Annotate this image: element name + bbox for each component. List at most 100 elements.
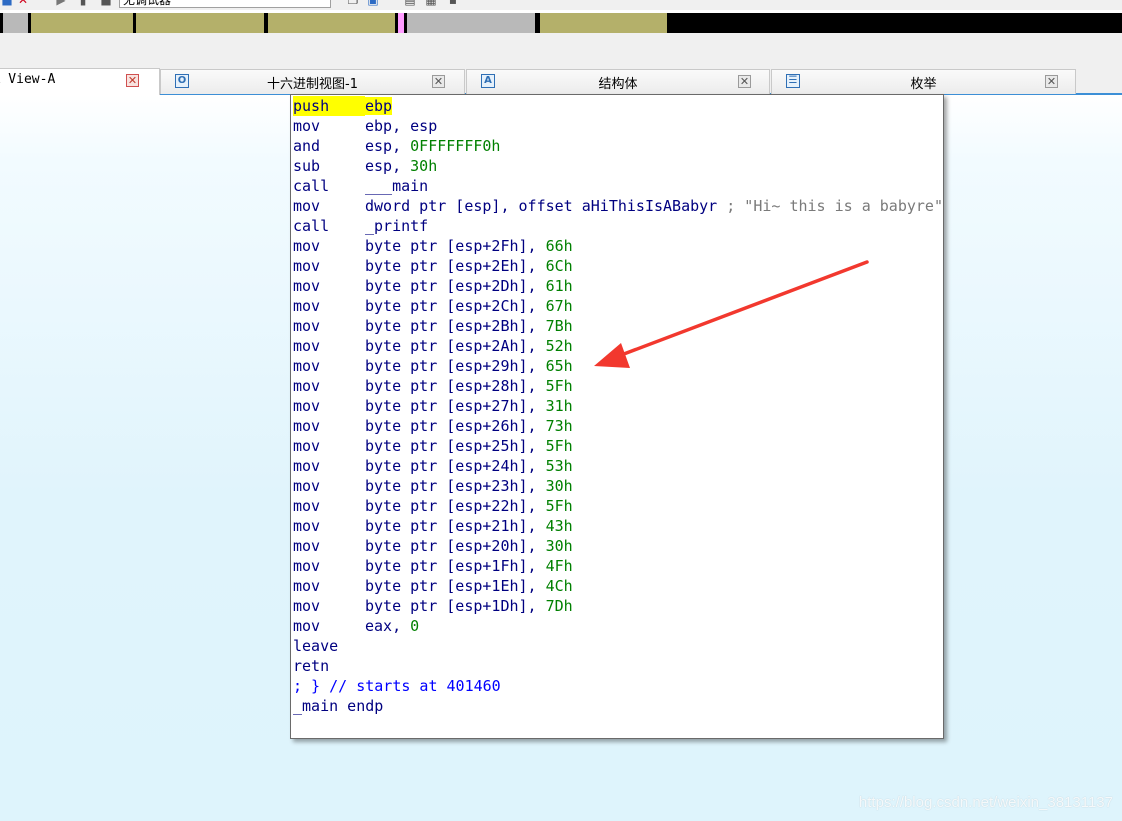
instruction-mnemonic[interactable]: mov (293, 556, 365, 576)
immediate-value[interactable]: 7Bh (546, 317, 573, 335)
instruction-mnemonic[interactable]: mov (293, 376, 365, 396)
instruction-mnemonic[interactable]: mov (293, 256, 365, 276)
immediate-value[interactable]: 6Ch (546, 257, 573, 275)
immediate-value[interactable]: 52h (546, 337, 573, 355)
tab-ida-view-a[interactable]: IDA View-A ✕ (0, 68, 160, 95)
instruction-mnemonic[interactable]: call (293, 216, 365, 236)
disasm-line[interactable]: sub esp, 30h (293, 156, 943, 176)
instruction-operands[interactable]: esp, (365, 157, 410, 175)
instruction-mnemonic[interactable]: mov (293, 616, 365, 636)
disasm-line[interactable]: push ebp (293, 96, 943, 116)
instruction-mnemonic[interactable]: mov (293, 536, 365, 556)
disasm-line[interactable]: mov byte ptr [esp+20h], 30h (293, 536, 943, 556)
instruction-mnemonic[interactable]: call (293, 176, 365, 196)
instruction-operands[interactable]: byte ptr [esp+23h], (365, 477, 546, 495)
instruction-operands[interactable]: byte ptr [esp+27h], (365, 397, 546, 415)
paste-icon[interactable]: ▣ (366, 0, 380, 6)
disasm-line[interactable]: call ___main (293, 176, 943, 196)
close-icon[interactable]: ✕ (738, 75, 751, 88)
stop-icon[interactable]: ■ (0, 0, 14, 6)
disasm-line[interactable]: mov byte ptr [esp+21h], 43h (293, 516, 943, 536)
instruction-operands[interactable]: byte ptr [esp+1Eh], (365, 577, 546, 595)
instruction-operands[interactable]: dword ptr [esp], offset aHiThisIsABabyr (365, 197, 717, 215)
immediate-value[interactable]: 5Fh (546, 437, 573, 455)
disasm-line[interactable]: mov byte ptr [esp+2Bh], 7Bh (293, 316, 943, 336)
instruction-operands[interactable]: ebp, esp (365, 117, 437, 135)
instruction-operands[interactable]: byte ptr [esp+2Eh], (365, 257, 546, 275)
instruction-operands[interactable]: byte ptr [esp+1Dh], (365, 597, 546, 615)
instruction-mnemonic[interactable]: sub (293, 156, 365, 176)
disasm-line[interactable]: mov byte ptr [esp+27h], 31h (293, 396, 943, 416)
instruction-mnemonic[interactable]: mov (293, 116, 365, 136)
disasm-line[interactable]: mov byte ptr [esp+28h], 5Fh (293, 376, 943, 396)
instruction-operands[interactable]: byte ptr [esp+1Fh], (365, 557, 546, 575)
instruction-mnemonic[interactable]: mov (293, 296, 365, 316)
disasm-line[interactable]: mov byte ptr [esp+1Eh], 4Ch (293, 576, 943, 596)
instruction-operands[interactable]: byte ptr [esp+21h], (365, 517, 546, 535)
immediate-value[interactable]: 53h (546, 457, 573, 475)
instruction-operands[interactable]: byte ptr [esp+25h], (365, 437, 546, 455)
instruction-operands[interactable]: byte ptr [esp+20h], (365, 537, 546, 555)
instruction-mnemonic[interactable]: mov (293, 356, 365, 376)
disasm-line[interactable]: mov byte ptr [esp+1Dh], 7Dh (293, 596, 943, 616)
instruction-operands[interactable]: byte ptr [esp+2Dh], (365, 277, 546, 295)
immediate-value[interactable]: 43h (546, 517, 573, 535)
disasm-line[interactable]: mov byte ptr [esp+2Eh], 6Ch (293, 256, 943, 276)
instruction-mnemonic[interactable]: mov (293, 416, 365, 436)
immediate-value[interactable]: 5Fh (546, 497, 573, 515)
copy-icon[interactable]: ❐ (346, 0, 360, 6)
instruction-mnemonic[interactable]: mov (293, 456, 365, 476)
instruction-mnemonic[interactable]: mov (293, 316, 365, 336)
disasm-line[interactable]: mov dword ptr [esp], offset aHiThisIsABab… (293, 196, 943, 216)
disasm-line[interactable]: mov byte ptr [esp+2Fh], 66h (293, 236, 943, 256)
instruction-mnemonic[interactable]: mov (293, 596, 365, 616)
disasm-line[interactable]: mov byte ptr [esp+29h], 65h (293, 356, 943, 376)
instruction-operands[interactable]: _printf (365, 217, 428, 235)
immediate-value[interactable]: 61h (546, 277, 573, 295)
instruction-operands[interactable]: byte ptr [esp+2Fh], (365, 237, 546, 255)
instruction-operands[interactable]: esp, (365, 137, 410, 155)
instruction-operands[interactable]: byte ptr [esp+2Bh], (365, 317, 546, 335)
immediate-value[interactable]: 31h (546, 397, 573, 415)
settings-icon[interactable]: ▦ (424, 0, 438, 6)
close-icon[interactable]: ✕ (1045, 75, 1058, 88)
disasm-line[interactable]: leave (293, 636, 943, 656)
immediate-value[interactable]: 4Fh (546, 557, 573, 575)
disasm-line[interactable]: mov byte ptr [esp+22h], 5Fh (293, 496, 943, 516)
debugger-select[interactable]: 无调试器 (119, 0, 331, 8)
immediate-value[interactable]: 65h (546, 357, 573, 375)
pin-icon[interactable]: ▪ (446, 0, 460, 6)
close-icon[interactable]: ✕ (16, 0, 30, 6)
instruction-operands[interactable]: byte ptr [esp+2Ah], (365, 337, 546, 355)
immediate-value[interactable]: 5Fh (546, 377, 573, 395)
immediate-value[interactable]: 30h (546, 537, 573, 555)
instruction-mnemonic[interactable]: leave (293, 636, 365, 656)
tab-enums[interactable]: ☰ 枚举 ✕ (771, 69, 1076, 94)
instruction-operands[interactable]: byte ptr [esp+2Ch], (365, 297, 546, 315)
close-icon[interactable]: ✕ (126, 74, 139, 87)
instruction-mnemonic[interactable]: mov (293, 396, 365, 416)
instruction-mnemonic[interactable]: mov (293, 336, 365, 356)
navigation-band[interactable] (0, 13, 1122, 33)
instruction-operands[interactable]: byte ptr [esp+29h], (365, 357, 546, 375)
instruction-mnemonic[interactable]: mov (293, 576, 365, 596)
function-endp-line[interactable]: _main endp (293, 696, 943, 716)
instruction-operands[interactable]: byte ptr [esp+26h], (365, 417, 546, 435)
immediate-value[interactable]: 7Dh (546, 597, 573, 615)
tab-hex-view-1[interactable]: O 十六进制视图-1 ✕ (160, 69, 465, 94)
disasm-line[interactable]: call _printf (293, 216, 943, 236)
instruction-mnemonic[interactable]: mov (293, 276, 365, 296)
instruction-mnemonic[interactable]: mov (293, 516, 365, 536)
instruction-mnemonic[interactable]: retn (293, 656, 365, 676)
graph-node-main[interactable]: push ebp mov ebp, esp and esp, 0FFFFFFF0h sub e… (290, 94, 944, 739)
disasm-line[interactable]: and esp, 0FFFFFFF0h (293, 136, 943, 156)
immediate-value[interactable]: 30h (546, 477, 573, 495)
instruction-operands[interactable]: ___main (365, 177, 428, 195)
immediate-value[interactable]: 4Ch (546, 577, 573, 595)
instruction-operands[interactable]: eax, (365, 617, 410, 635)
instruction-mnemonic[interactable]: mov (293, 496, 365, 516)
disasm-line[interactable]: mov byte ptr [esp+2Ch], 67h (293, 296, 943, 316)
play-icon[interactable]: ▶ (54, 0, 68, 6)
disasm-line[interactable]: mov byte ptr [esp+23h], 30h (293, 476, 943, 496)
instruction-operands[interactable]: byte ptr [esp+22h], (365, 497, 546, 515)
